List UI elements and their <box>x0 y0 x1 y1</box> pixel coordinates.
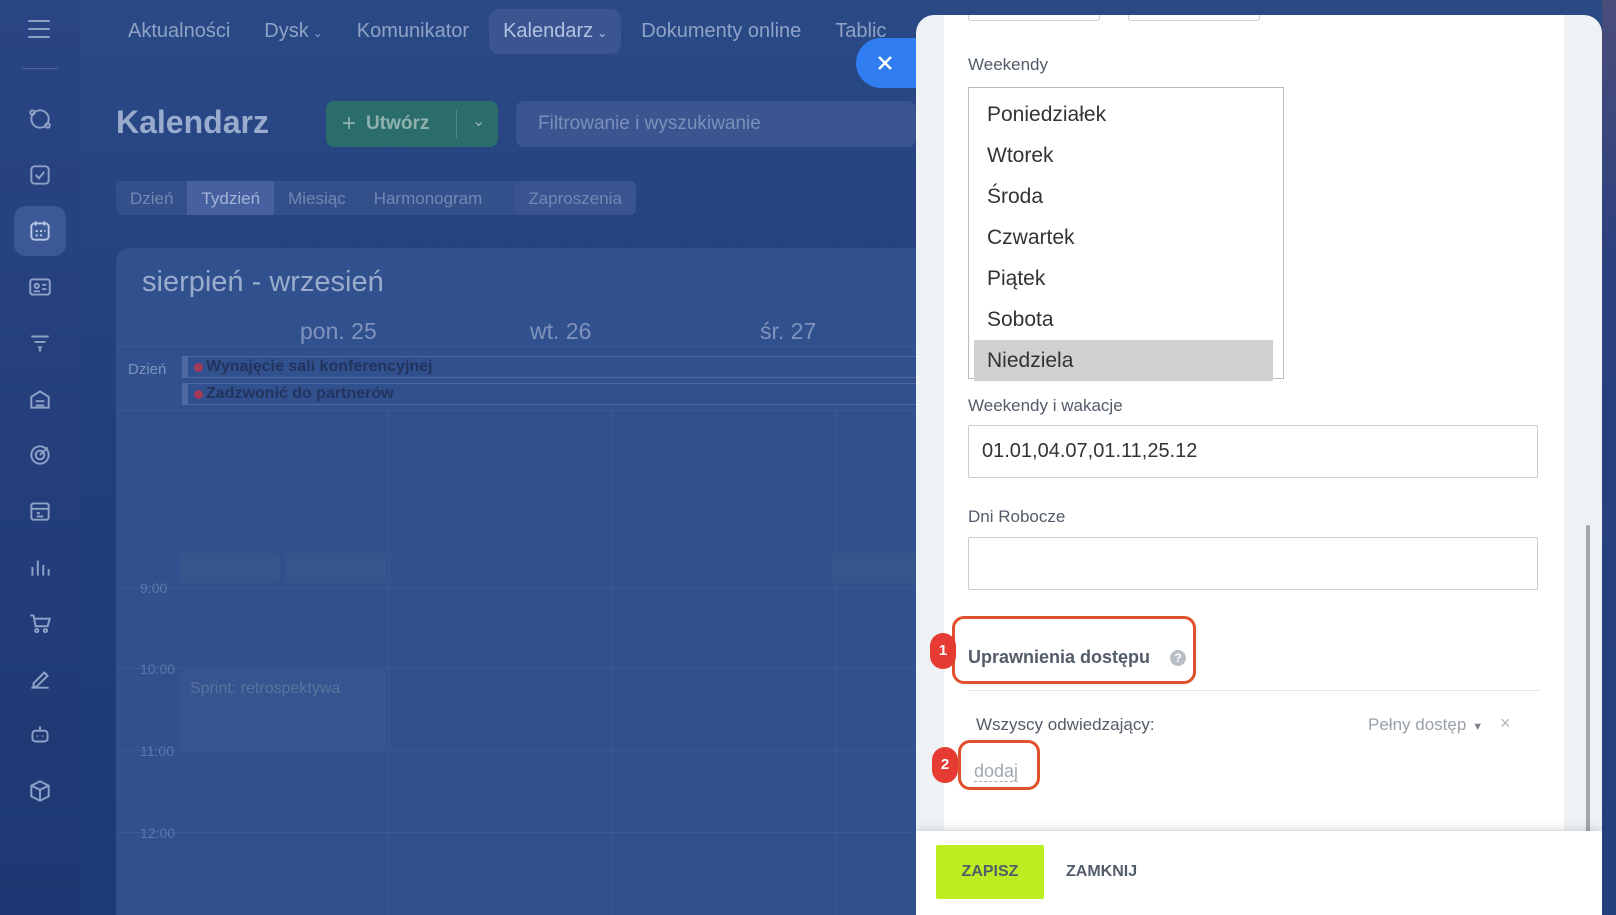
allday-label: Dzień <box>128 361 167 378</box>
event-block[interactable] <box>286 553 386 583</box>
close-panel-button[interactable] <box>856 38 916 88</box>
remove-permission-button[interactable]: × <box>1500 713 1511 734</box>
chevron-down-icon: ⌄ <box>312 25 323 40</box>
event-title: Sprint: retrospektywa <box>190 680 341 697</box>
workdays-label: Dni Robocze <box>968 507 1066 526</box>
menu-icon[interactable] <box>28 20 50 44</box>
filter-icon[interactable] <box>14 318 66 368</box>
callout-badge: 2 <box>932 747 958 783</box>
event-dot-icon <box>194 390 203 399</box>
save-button[interactable]: ZAPISZ <box>936 845 1044 899</box>
page-title: Kalendarz <box>116 104 269 140</box>
calendar-icon[interactable] <box>14 206 66 256</box>
event-block[interactable]: Sprint: retrospektywa <box>180 670 386 750</box>
weekends-label: Weekendy <box>968 55 1049 74</box>
plus-icon: + <box>342 110 357 137</box>
hour-label: 11:00 <box>140 743 174 759</box>
tab-day[interactable]: Dzień <box>116 181 187 215</box>
workdays-input[interactable] <box>968 537 1538 590</box>
weekday-option[interactable]: Piątek <box>974 258 1273 299</box>
column-line <box>836 405 837 915</box>
tab-invitations[interactable]: Zaproszenia <box>514 181 636 215</box>
holidays-input[interactable]: 01.01,04.07,01.11,25.12 <box>968 425 1538 478</box>
day-header[interactable]: pon. 25 <box>300 318 377 345</box>
weekday-option-selected[interactable]: Niedziela <box>974 340 1273 381</box>
select-field[interactable] <box>968 15 1100 21</box>
background-edge <box>1602 0 1616 915</box>
weekday-option[interactable]: Wtorek <box>974 135 1273 176</box>
close-button[interactable]: ZAMKNIJ <box>1066 845 1137 899</box>
allday-event[interactable]: Zadzwonić do partnerów <box>182 383 922 405</box>
storage-icon[interactable] <box>14 374 66 424</box>
left-sidebar <box>0 0 80 915</box>
weekday-option[interactable]: Czwartek <box>974 217 1273 258</box>
grid-line <box>116 668 946 669</box>
hour-label: 10:00 <box>140 661 176 677</box>
weekday-option[interactable]: Poniedziałek <box>974 94 1273 135</box>
settings-card: Weekendy Poniedziałek Wtorek Środa Czwar… <box>930 15 1564 830</box>
column-line <box>612 405 613 915</box>
target-icon[interactable] <box>14 430 66 480</box>
close-icon <box>878 56 892 70</box>
search-input[interactable]: Filtrowanie i wyszukiwanie <box>516 101 916 147</box>
select-field[interactable] <box>1128 15 1260 21</box>
caret-down-icon: ▼ <box>1472 721 1484 733</box>
allday-event[interactable]: Wynajęcie sali konferencyjnej <box>182 356 922 378</box>
topnav-item-drive[interactable]: Dysk ⌄ <box>250 9 337 54</box>
hour-label: 9:00 <box>140 580 168 596</box>
tasks-icon[interactable] <box>14 150 66 200</box>
panel-footer: ZAPISZ ZAMKNIJ <box>916 831 1602 915</box>
weekday-option[interactable]: Sobota <box>974 299 1273 340</box>
tab-schedule[interactable]: Harmonogram <box>360 181 497 215</box>
cart-icon[interactable] <box>14 598 66 648</box>
grid-line <box>116 346 946 347</box>
weekends-select[interactable]: Poniedziałek Wtorek Środa Czwartek Piąte… <box>968 87 1284 381</box>
callout-badge: 1 <box>930 633 956 669</box>
create-button[interactable]: + Utwórz ⌄ <box>326 101 498 147</box>
topnav-item-news[interactable]: Aktualności <box>114 9 244 54</box>
hour-label: 12:00 <box>140 825 176 841</box>
highlight-box-1 <box>952 616 1196 684</box>
day-header[interactable]: wt. 26 <box>530 318 591 345</box>
create-button-divider <box>456 110 457 138</box>
permission-level-dropdown[interactable]: Pełny dostęp ▼ <box>1368 715 1483 735</box>
grid-line <box>116 832 946 833</box>
schedule-icon[interactable] <box>14 486 66 536</box>
tab-month[interactable]: Miesiąc <box>274 181 360 215</box>
permission-subject: Wszyscy odwiedzający: <box>976 715 1155 734</box>
cube-icon[interactable] <box>14 766 66 816</box>
weekday-option[interactable]: Środa <box>974 176 1273 217</box>
topnav-item-documents[interactable]: Dokumenty online <box>627 9 815 54</box>
event-block[interactable] <box>180 553 280 583</box>
topnav-item-messenger[interactable]: Komunikator <box>343 9 483 54</box>
feed-icon[interactable] <box>14 94 66 144</box>
sign-icon[interactable] <box>14 654 66 704</box>
highlight-box-2 <box>958 740 1040 790</box>
calendar-range-title: sierpień - wrzesień <box>142 266 384 298</box>
robot-icon[interactable] <box>14 710 66 760</box>
grid-line <box>116 750 946 751</box>
grid-line <box>116 587 946 588</box>
day-header[interactable]: śr. 27 <box>760 318 816 345</box>
sidebar-divider <box>22 68 58 69</box>
contacts-icon[interactable] <box>14 262 66 312</box>
grid-line <box>116 410 946 411</box>
event-block[interactable] <box>832 553 922 583</box>
view-tabs: Dzień Tydzień Miesiąc Harmonogram Zapros… <box>116 181 636 215</box>
column-line <box>388 405 389 915</box>
tab-week[interactable]: Tydzień <box>187 181 275 215</box>
topnav-item-calendar[interactable]: Kalendarz ⌄ <box>489 8 622 54</box>
event-dot-icon <box>194 363 203 372</box>
calendar-settings-panel: Weekendy Poniedziałek Wtorek Środa Czwar… <box>916 15 1602 915</box>
create-button-label: Utwórz <box>366 113 430 134</box>
chevron-down-icon[interactable]: ⌄ <box>472 111 485 131</box>
chevron-down-icon: ⌄ <box>597 25 608 40</box>
scrollbar[interactable] <box>1586 525 1590 835</box>
permissions-divider <box>968 690 1540 691</box>
chart-icon[interactable] <box>14 542 66 592</box>
holidays-label: Weekendy i wakacje <box>968 396 1123 415</box>
